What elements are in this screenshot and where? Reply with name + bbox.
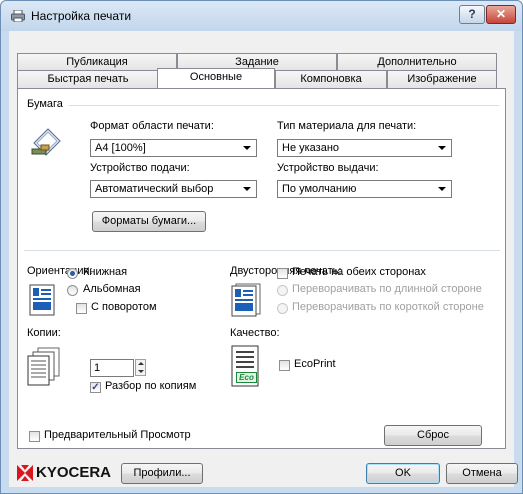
orientation-portrait-label[interactable]: Книжная xyxy=(83,266,127,278)
preview-checkbox[interactable] xyxy=(29,431,40,442)
tab-advanced[interactable]: Дополнительно xyxy=(337,53,497,70)
basic-tab-panel: Бумага Формат области печати: A4 [100%] … xyxy=(17,88,506,449)
copies-input[interactable]: 1 xyxy=(90,359,134,377)
ecoprint-checkbox[interactable] xyxy=(279,360,290,371)
copies-stepper[interactable] xyxy=(135,359,146,376)
orientation-portrait-radio[interactable] xyxy=(67,268,78,279)
tab-imaging[interactable]: Изображение xyxy=(387,70,497,88)
source-select[interactable]: Автоматический выбор xyxy=(90,180,257,198)
close-button[interactable]: ✕ xyxy=(486,5,516,24)
kyocera-logo-icon xyxy=(17,465,33,481)
long-edge-label[interactable]: Переворачивать по длинной стороне xyxy=(292,283,482,295)
destination-label: Устройство выдачи: xyxy=(277,162,379,174)
tab-layout[interactable]: Компоновка xyxy=(275,70,387,88)
copies-icon xyxy=(27,347,60,386)
ecoprint-label[interactable]: EcoPrint xyxy=(294,358,336,370)
arrow-down-icon[interactable] xyxy=(138,370,144,373)
duplex-both-sides-label[interactable]: Печать на обеих сторонах xyxy=(292,266,426,278)
portrait-icon xyxy=(29,284,55,316)
arrow-up-icon[interactable] xyxy=(138,362,144,365)
destination-value: По умолчанию xyxy=(282,183,357,195)
media-type-value: Не указано xyxy=(282,142,340,154)
title-bar[interactable]: Настройка печати ? ✕ xyxy=(1,1,522,31)
copies-value: 1 xyxy=(94,362,101,374)
print-settings-window: Настройка печати ? ✕ Публикация Задание … xyxy=(0,0,523,494)
rotated-checkbox[interactable] xyxy=(76,303,87,314)
destination-select[interactable]: По умолчанию xyxy=(277,180,452,198)
window-title: Настройка печати xyxy=(31,9,132,23)
tab-basic[interactable]: Основные xyxy=(157,68,275,88)
orientation-landscape-label[interactable]: Альбомная xyxy=(83,283,141,295)
media-type-label: Тип материала для печати: xyxy=(277,120,417,132)
quality-label: Качество: xyxy=(230,327,280,339)
paper-group-line xyxy=(69,105,499,106)
chevron-down-icon xyxy=(243,146,251,150)
kyocera-logo: KYOCERA xyxy=(17,463,111,483)
tab-publication[interactable]: Публикация xyxy=(17,53,177,70)
copies-label: Копии: xyxy=(27,327,61,339)
page-size-label: Формат области печати: xyxy=(90,120,214,132)
duplex-checkbox[interactable] xyxy=(277,268,288,279)
paper-icon xyxy=(31,128,61,156)
help-button[interactable]: ? xyxy=(459,5,485,24)
reset-button[interactable]: Сброс xyxy=(384,425,482,446)
ecoprint-icon: Eco xyxy=(231,345,260,387)
brand-name: KYOCERA xyxy=(36,464,112,481)
chevron-down-icon xyxy=(243,187,251,191)
collate-label[interactable]: Разбор по копиям xyxy=(105,380,196,392)
duplex-icon xyxy=(231,283,261,317)
cancel-button[interactable]: Отмена xyxy=(446,463,518,484)
media-type-select[interactable]: Не указано xyxy=(277,139,452,157)
chevron-down-icon xyxy=(438,146,446,150)
paper-sizes-button[interactable]: Форматы бумаги... xyxy=(92,211,206,232)
short-edge-radio[interactable] xyxy=(277,303,288,314)
tab-quick-print[interactable]: Быстрая печать xyxy=(17,70,159,88)
rotated-label[interactable]: С поворотом xyxy=(91,301,157,313)
profiles-button[interactable]: Профили... xyxy=(121,463,203,484)
source-label: Устройство подачи: xyxy=(90,162,190,174)
section-divider xyxy=(24,250,500,251)
orientation-landscape-radio[interactable] xyxy=(67,285,78,296)
eco-badge: Eco xyxy=(236,372,257,383)
paper-group-label: Бумага xyxy=(27,98,63,110)
chevron-down-icon xyxy=(438,187,446,191)
short-edge-label[interactable]: Переворачивать по короткой стороне xyxy=(292,301,484,313)
preview-label[interactable]: Предварительный Просмотр xyxy=(44,429,191,441)
page-size-select[interactable]: A4 [100%] xyxy=(90,139,257,157)
printer-icon xyxy=(11,10,25,22)
page-size-value: A4 [100%] xyxy=(95,142,146,154)
ok-button[interactable]: OK xyxy=(366,463,440,484)
collate-checkbox[interactable]: ✓ xyxy=(90,382,101,393)
source-value: Автоматический выбор xyxy=(95,183,214,195)
long-edge-radio[interactable] xyxy=(277,285,288,296)
